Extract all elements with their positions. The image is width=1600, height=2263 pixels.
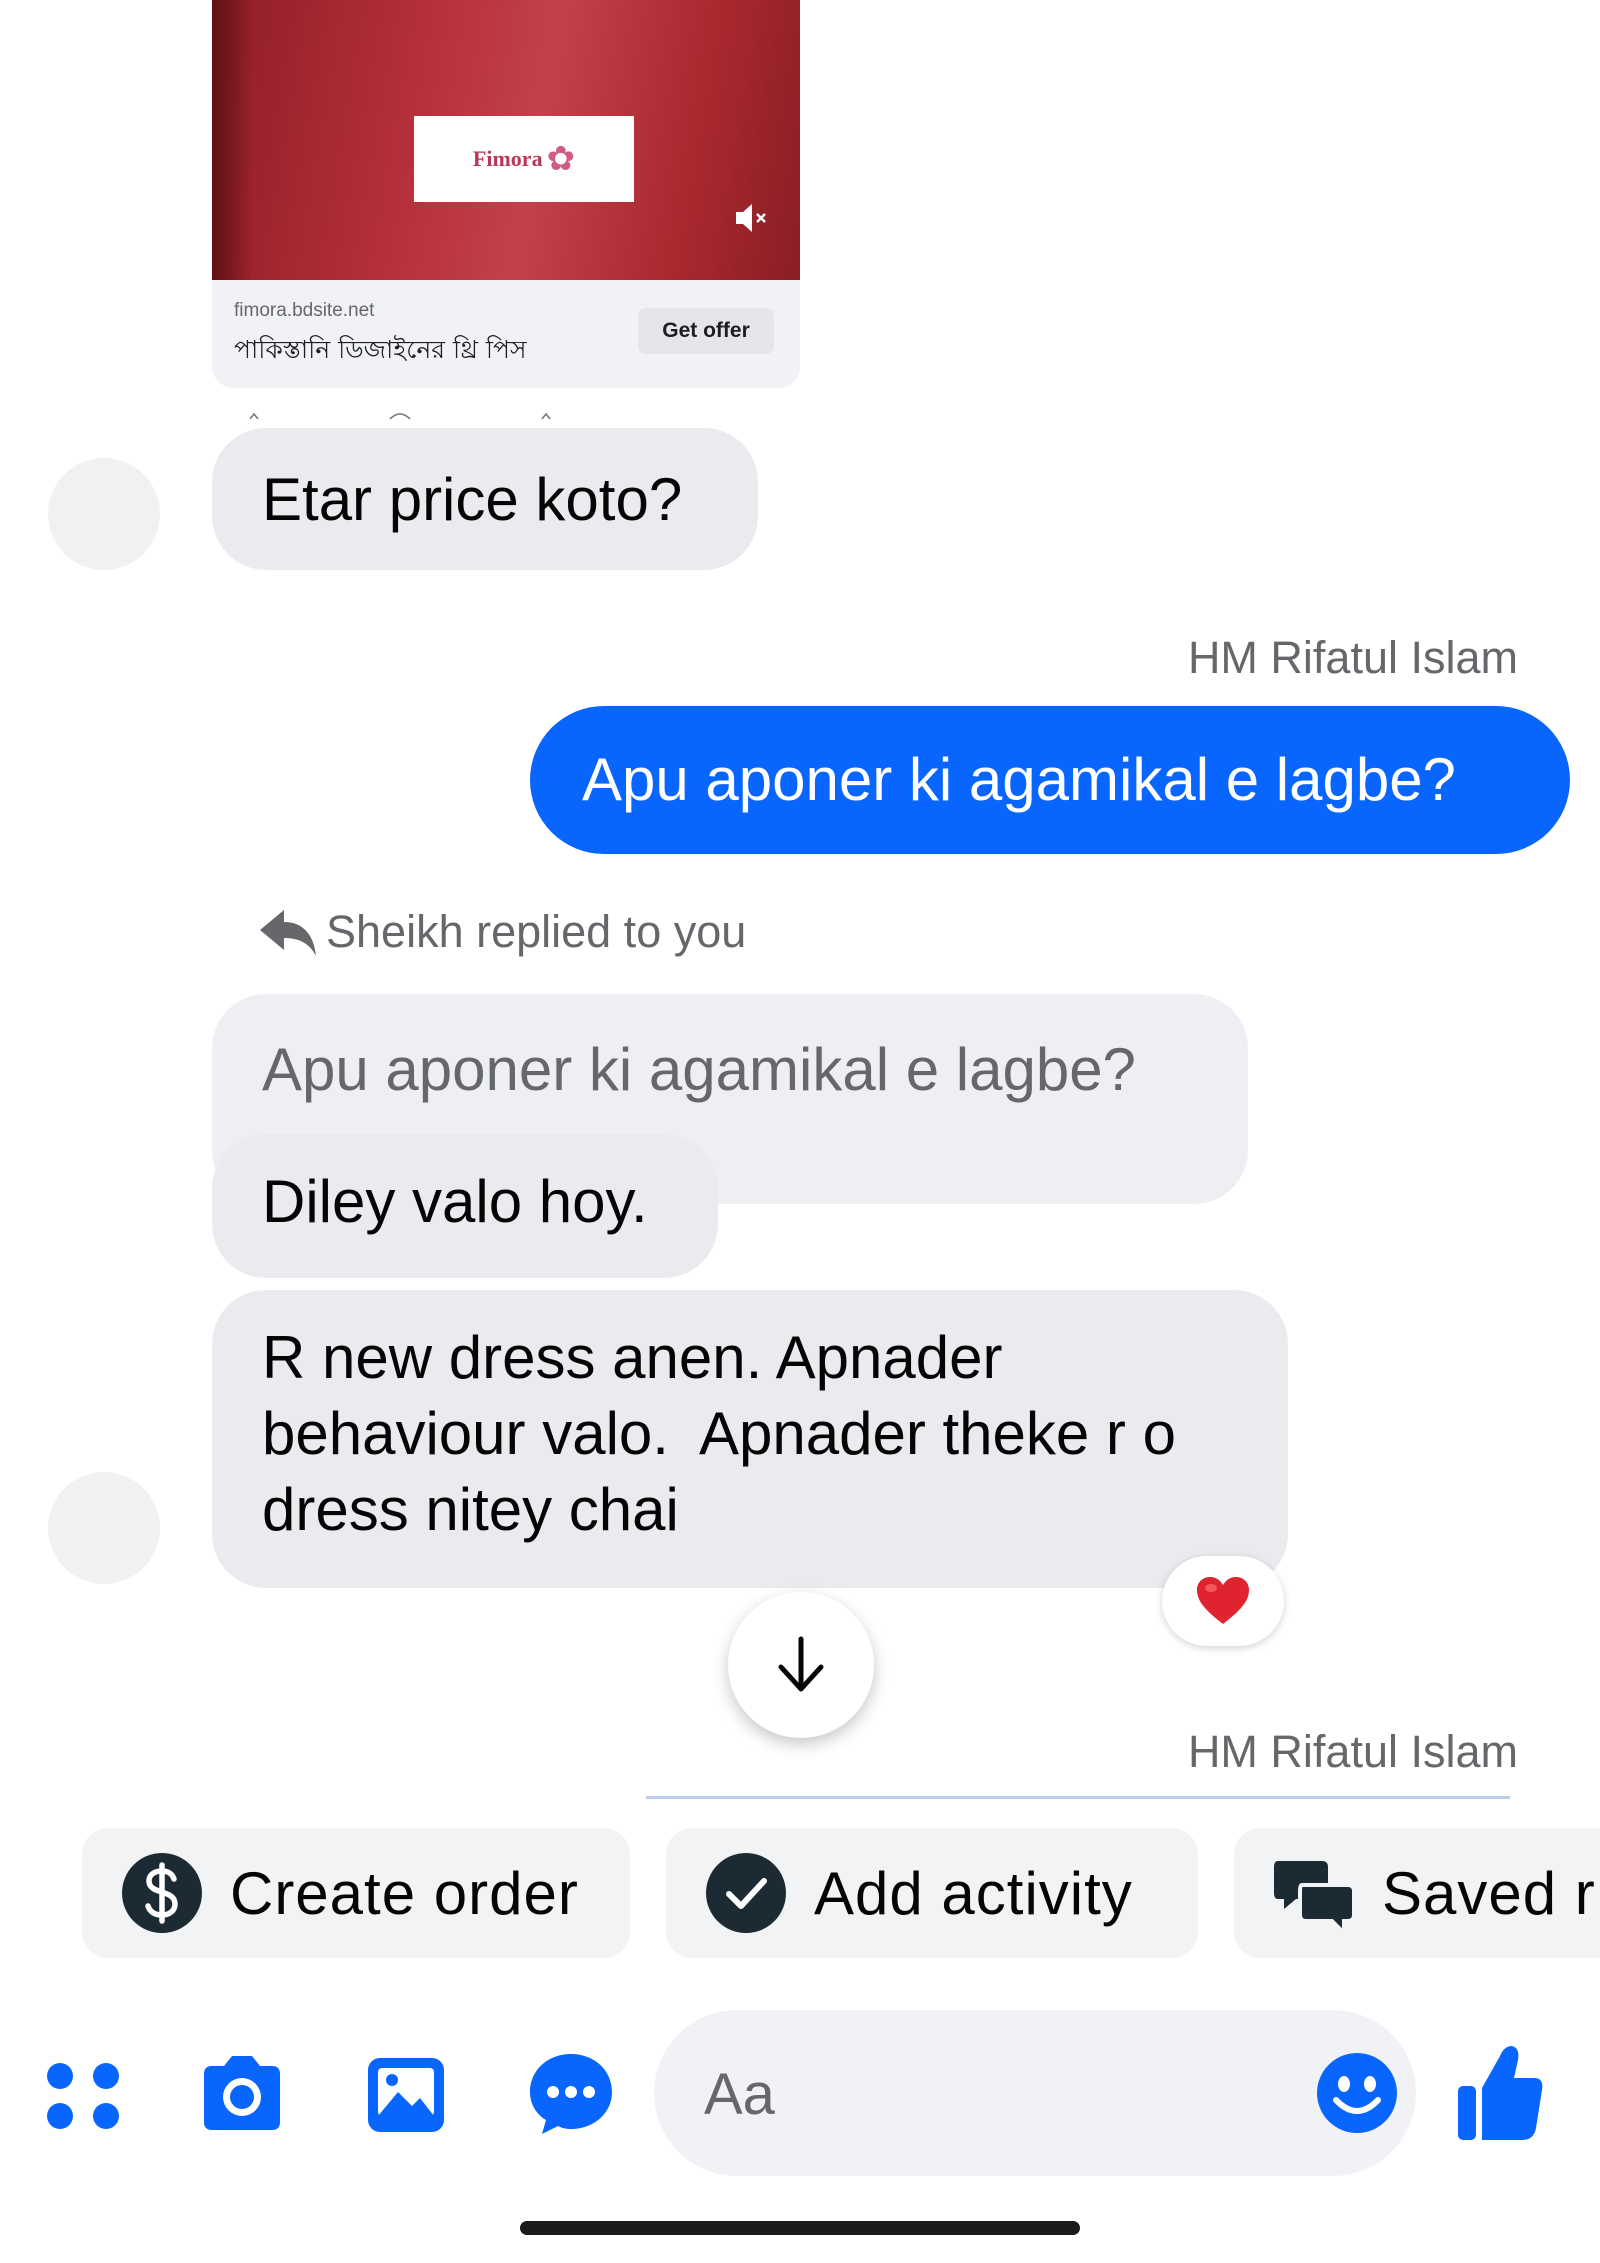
outgoing-message-bubble[interactable]: Apu aponer ki agamikal e lagbe? [530,706,1570,854]
thumbs-up-icon[interactable] [1454,2040,1548,2144]
scroll-to-bottom-button[interactable] [728,1592,874,1738]
incoming-message-bubble[interactable]: Etar price koto? [212,428,758,570]
arrow-down-icon [778,1636,824,1692]
add-activity-button[interactable]: Add activity [666,1828,1198,1958]
message-text: Apu aponer ki agamikal e lagbe? [582,746,1456,813]
chat-bubbles-icon [1274,1861,1356,1935]
message-line: behaviour valo. Apnader theke r o [262,1400,1176,1467]
chip-label: Add activity [814,1859,1133,1927]
camera-icon[interactable] [196,2046,288,2140]
brand-logo: Fimora ✿ [414,116,634,202]
message-text: Etar price koto? [262,466,683,533]
incoming-reply-bubble[interactable]: Diley valo hoy. [212,1134,718,1278]
heart-reaction[interactable] [1162,1556,1284,1646]
ad-image-shading [212,0,252,280]
ad-image[interactable]: Fimora ✿ [212,0,800,280]
ad-footer: fimora.bdsite.net পাকিস্তানি ডিজাইনের থ্… [212,280,800,388]
check-circle-icon [706,1853,786,1933]
photo-icon[interactable] [364,2046,448,2140]
ad-headline: পাকিস্তানি ডিজাইনের থ্রি পিস [234,335,527,364]
home-indicator [520,2221,1080,2235]
message-line: dress nitey chai [262,1476,679,1543]
brand-logo-text: Fimora [472,146,543,171]
contact-avatar[interactable] [48,1472,160,1584]
dollar-circle-icon [122,1853,202,1933]
ad-card[interactable]: Fimora ✿ fimora.bdsite.net পাকিস্তানি ডি… [212,0,800,388]
chat-dots-icon[interactable] [526,2046,616,2140]
quoted-message-text: Apu aponer ki agamikal e lagbe? [262,1036,1136,1103]
contact-avatar[interactable] [48,458,160,570]
chip-label: Saved r [1382,1859,1596,1927]
sender-name: HM Rifatul Islam [1187,1726,1518,1777]
message-line: R new dress anen. Apnader [262,1324,1003,1391]
heart-icon [1197,1577,1249,1624]
reply-arrow-icon [260,910,316,956]
apps-grid-icon[interactable] [44,2046,124,2140]
sender-name: HM Rifatul Islam [1187,632,1518,683]
message-input[interactable] [702,2050,1266,2138]
message-composer[interactable] [654,2010,1416,2176]
smiley-icon[interactable] [1314,2050,1400,2136]
chip-label: Create order [230,1859,579,1927]
get-offer-button[interactable]: Get offer [638,308,774,354]
message-text: Diley valo hoy. [262,1168,648,1235]
reply-header: Sheikh replied to you [258,906,746,958]
message-divider [646,1796,1510,1799]
flower-icon: ✿ [546,140,576,178]
speaker-muted-icon[interactable] [732,200,772,236]
reply-header-text: Sheikh replied to you [326,906,747,957]
create-order-button[interactable]: Create order [82,1828,630,1958]
saved-replies-button[interactable]: Saved r [1234,1828,1600,1958]
incoming-message-bubble[interactable]: R new dress anen. Apnader behaviour valo… [212,1290,1288,1588]
ad-actions-partial [250,412,551,420]
ad-domain: fimora.bdsite.net [234,300,375,321]
